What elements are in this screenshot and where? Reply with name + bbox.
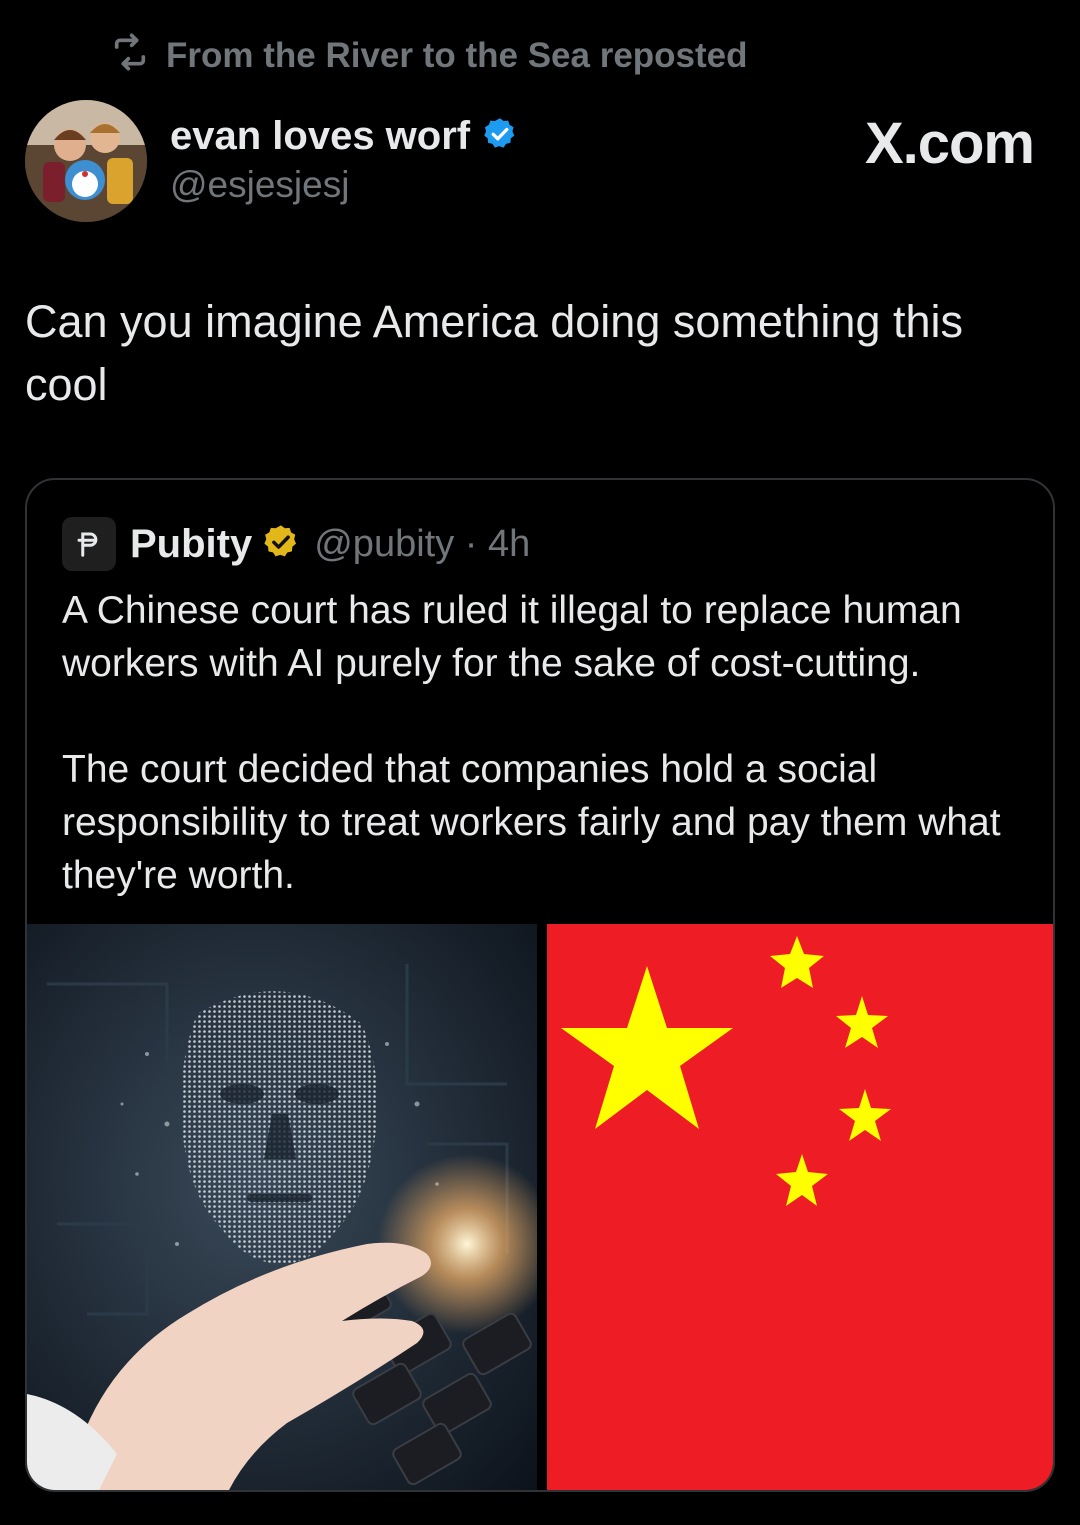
repost-icon bbox=[110, 32, 150, 81]
quoted-author-name[interactable]: Pubity bbox=[130, 522, 252, 567]
repost-label: From the River to the Sea reposted bbox=[166, 36, 748, 75]
post-screen: From the River to the Sea reposted evan … bbox=[0, 0, 1080, 1525]
china-flag-image[interactable] bbox=[547, 924, 1053, 1490]
quoted-paragraph-2: The court decided that companies hold a … bbox=[62, 748, 1001, 897]
gold-verified-badge-icon bbox=[262, 523, 300, 566]
quoted-paragraph-1: A Chinese court has ruled it illegal to … bbox=[62, 589, 962, 685]
quoted-handle-time: @pubity · 4h bbox=[314, 522, 531, 565]
quoted-media bbox=[27, 924, 1053, 1490]
xcom-watermark: X.com bbox=[864, 111, 1035, 176]
quoted-post-card[interactable]: Pubity @pubity · 4h A Chinese court has … bbox=[25, 478, 1055, 1492]
digital-ai-face-keyboard-image[interactable] bbox=[27, 924, 537, 1490]
quoted-post-text: A Chinese court has ruled it illegal to … bbox=[62, 584, 1032, 902]
pubity-logo-icon[interactable] bbox=[62, 517, 116, 571]
author-avatar[interactable] bbox=[25, 100, 147, 222]
author-handle[interactable]: @esjesjesj bbox=[170, 164, 518, 206]
author-names: evan loves worf @esjesjesj bbox=[170, 112, 518, 206]
repost-indicator[interactable]: From the River to the Sea reposted bbox=[110, 32, 748, 81]
verified-badge-icon bbox=[482, 116, 518, 157]
author-display-name[interactable]: evan loves worf bbox=[170, 114, 470, 159]
quoted-post-header: Pubity @pubity · 4h bbox=[62, 516, 530, 572]
post-text: Can you imagine America doing something … bbox=[25, 296, 964, 410]
